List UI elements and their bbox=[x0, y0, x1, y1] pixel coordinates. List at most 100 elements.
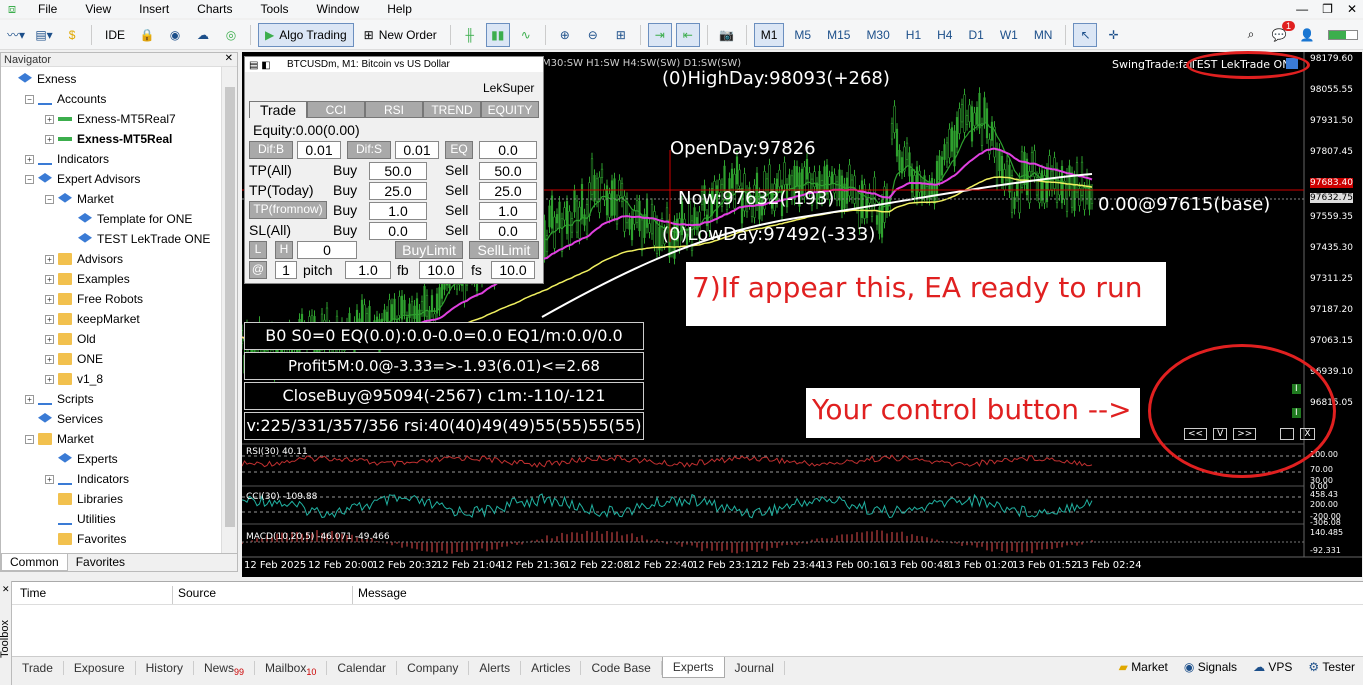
algo-trading-button[interactable]: ▶ Algo Trading bbox=[258, 22, 354, 47]
expand-icon[interactable]: − bbox=[25, 174, 34, 184]
minimize-icon[interactable]: — bbox=[1296, 2, 1308, 16]
cursor-icon[interactable]: ↖ bbox=[1073, 22, 1098, 47]
signal-icon[interactable]: ◉ bbox=[163, 23, 187, 47]
nav-item[interactable]: TEST LekTrade ONE bbox=[1, 229, 221, 249]
expand-icon[interactable]: − bbox=[45, 194, 54, 204]
bar-chart-icon[interactable]: ╫ bbox=[458, 23, 482, 47]
nav-item[interactable]: + Old bbox=[1, 329, 221, 349]
timeframe-m5[interactable]: M5 bbox=[788, 23, 817, 47]
timeframe-m1[interactable]: M1 bbox=[753, 22, 785, 47]
signals-link[interactable]: ◉ Signals bbox=[1184, 660, 1237, 674]
vps-link[interactable]: ☁ VPS bbox=[1253, 660, 1292, 674]
difs-button[interactable]: Dif:S bbox=[347, 141, 391, 159]
toolbox-tab[interactable]: News99 bbox=[194, 660, 255, 677]
menu-view[interactable]: View bbox=[71, 0, 125, 18]
toolbox-tab[interactable]: Company bbox=[397, 660, 470, 675]
zoom-in-icon[interactable]: ⊕ bbox=[553, 23, 577, 47]
column-message[interactable]: Message bbox=[358, 586, 407, 600]
row-sell-input-0[interactable]: 50.0 bbox=[479, 162, 537, 180]
selllimit-button[interactable]: SellLimit bbox=[469, 241, 539, 259]
fb-input[interactable]: 10.0 bbox=[419, 261, 463, 279]
menu-tools[interactable]: Tools bbox=[247, 0, 303, 18]
timeframe-mn[interactable]: MN bbox=[1028, 23, 1059, 47]
toolbox-tab[interactable]: Journal bbox=[725, 660, 785, 675]
difs-input[interactable]: 0.01 bbox=[395, 141, 439, 159]
difb-input[interactable]: 0.01 bbox=[297, 141, 341, 159]
timeframe-h1[interactable]: H1 bbox=[900, 23, 927, 47]
navigator-close-icon[interactable]: ✕ bbox=[225, 53, 233, 64]
indicator-list-icon[interactable]: ▤▾ bbox=[32, 23, 56, 47]
expand-icon[interactable]: − bbox=[25, 434, 34, 444]
timeframe-w1[interactable]: W1 bbox=[994, 23, 1024, 47]
expand-icon[interactable]: + bbox=[45, 334, 54, 344]
search-icon[interactable]: ⌕ bbox=[1239, 23, 1263, 47]
notifications-icon[interactable]: 💬 1 bbox=[1267, 20, 1295, 47]
nav-item[interactable]: + v1_8 bbox=[1, 369, 221, 389]
row-label-2[interactable]: TP(fromnow) bbox=[249, 201, 327, 219]
toolbox-tab[interactable]: Calendar bbox=[327, 660, 398, 675]
tab-rsi[interactable]: RSI bbox=[365, 101, 423, 118]
column-source[interactable]: Source bbox=[178, 586, 216, 600]
nav-item[interactable]: − Market bbox=[1, 189, 221, 209]
difb-button[interactable]: Dif:B bbox=[249, 141, 293, 159]
expand-icon[interactable]: + bbox=[45, 314, 54, 324]
nav-item[interactable]: Utilities bbox=[1, 509, 221, 529]
expand-icon[interactable]: + bbox=[45, 134, 54, 144]
row-buy-input-3[interactable]: 0.0 bbox=[369, 222, 427, 240]
market-link[interactable]: ▰ Market bbox=[1119, 660, 1168, 674]
timeframe-m30[interactable]: M30 bbox=[860, 23, 895, 47]
expand-icon[interactable]: − bbox=[25, 94, 34, 104]
restore-icon[interactable]: ❐ bbox=[1322, 2, 1333, 16]
column-time[interactable]: Time bbox=[20, 586, 46, 600]
nav-item[interactable]: + Free Robots bbox=[1, 289, 221, 309]
coin-icon[interactable]: $ bbox=[60, 23, 84, 47]
expand-icon[interactable]: + bbox=[45, 114, 54, 124]
menu-window[interactable]: Window bbox=[303, 0, 374, 18]
toolbox-tab[interactable]: History bbox=[136, 660, 194, 675]
expand-icon[interactable]: + bbox=[45, 474, 54, 484]
nav-item[interactable]: + Advisors bbox=[1, 249, 221, 269]
nav-item[interactable]: + keepMarket bbox=[1, 309, 221, 329]
nav-item[interactable]: − Market bbox=[1, 429, 221, 449]
ide-button[interactable]: IDE bbox=[99, 23, 131, 47]
expand-icon[interactable]: + bbox=[45, 254, 54, 264]
tab-trend[interactable]: TREND bbox=[423, 101, 481, 118]
toolbox-tab[interactable]: Exposure bbox=[64, 660, 136, 675]
toolbox-close-icon[interactable]: ✕ bbox=[2, 584, 10, 595]
account-icon[interactable]: 👤 bbox=[1295, 23, 1319, 47]
chart-shift-icon[interactable]: ⇤ bbox=[675, 22, 700, 47]
nav-item[interactable]: Services bbox=[1, 409, 221, 429]
tab-favorites[interactable]: Favorites bbox=[68, 554, 133, 571]
cloud-icon[interactable]: ☁ bbox=[191, 23, 215, 47]
menu-help[interactable]: Help bbox=[373, 0, 426, 18]
nav-item[interactable]: Libraries bbox=[1, 489, 221, 509]
timeframe-m15[interactable]: M15 bbox=[821, 23, 856, 47]
lock-icon[interactable]: 🔒 bbox=[135, 23, 159, 47]
at-input[interactable]: 1 bbox=[275, 261, 297, 279]
lh-input[interactable]: 0 bbox=[297, 241, 357, 259]
nav-item[interactable]: Favorites bbox=[1, 529, 221, 549]
nav-item[interactable]: + Indicators bbox=[1, 149, 221, 169]
expand-icon[interactable]: + bbox=[45, 374, 54, 384]
menu-file[interactable]: File bbox=[24, 0, 71, 18]
zoom-out-icon[interactable]: ⊖ bbox=[581, 23, 605, 47]
nav-item[interactable]: + Exness-MT5Real7 bbox=[1, 109, 221, 129]
menu-charts[interactable]: Charts bbox=[183, 0, 246, 18]
row-buy-input-0[interactable]: 50.0 bbox=[369, 162, 427, 180]
nav-item[interactable]: Template for ONE bbox=[1, 209, 221, 229]
row-buy-input-1[interactable]: 25.0 bbox=[369, 182, 427, 200]
grid-icon[interactable]: ⊞ bbox=[609, 23, 633, 47]
nav-item[interactable]: + Exness-MT5Real bbox=[1, 129, 221, 149]
toolbox-tab[interactable]: Alerts bbox=[469, 660, 522, 675]
nav-item[interactable]: − Expert Advisors bbox=[1, 169, 221, 189]
tester-link[interactable]: ⚙ Tester bbox=[1308, 660, 1355, 674]
row-sell-input-3[interactable]: 0.0 bbox=[479, 222, 537, 240]
toolbox-tab[interactable]: Articles bbox=[521, 660, 582, 675]
toolbox-tab[interactable]: Trade bbox=[12, 660, 64, 675]
tab-cci[interactable]: CCI bbox=[307, 101, 365, 118]
navigator-scrollbar[interactable] bbox=[221, 67, 237, 557]
timeframe-d1[interactable]: D1 bbox=[962, 23, 989, 47]
new-order-button[interactable]: ⊞ New Order bbox=[358, 23, 443, 47]
nav-item[interactable]: Experts bbox=[1, 449, 221, 469]
row-buy-input-2[interactable]: 1.0 bbox=[369, 202, 427, 220]
